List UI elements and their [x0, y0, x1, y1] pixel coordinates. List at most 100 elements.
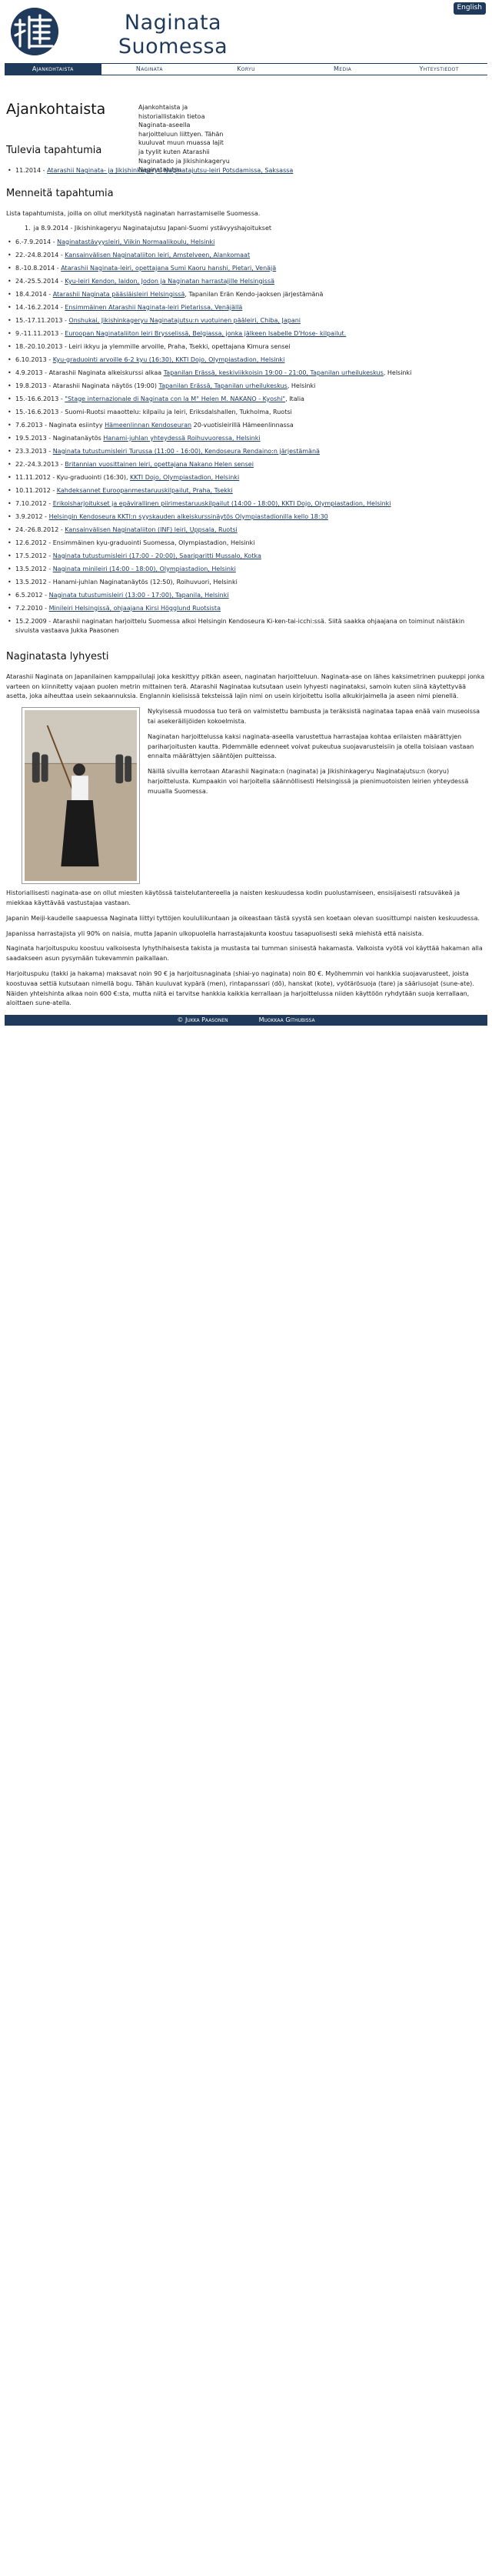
event-date: 15.-17.11.2013 - [15, 316, 69, 324]
event-date: 9.-11.11.2013 - [15, 329, 65, 337]
list-item: 11.11.2012 - Kyu-graduointi (16:30), KKT… [6, 473, 486, 482]
event-link[interactable]: Naginata tutustumisleiri (13:00 - 17:00)… [49, 592, 229, 599]
language-english-button[interactable]: English [453, 2, 486, 15]
about-section: Naginatasta lyhyesti Atarashii Naginata … [6, 649, 486, 1009]
footer-copyright: © Jukka Paasonen [177, 1016, 228, 1024]
nav-item-media[interactable]: Media [294, 64, 391, 75]
list-item: 17.5.2012 - Naginata tutustumisleiri (17… [6, 552, 486, 561]
event-link[interactable]: Atarashii Naginata pääsiäisleiri Helsing… [53, 291, 185, 298]
list-item: 12.6.2012 - Ensimmäinen kyu-graduointi S… [6, 539, 486, 548]
event-link[interactable]: KKTI Dojo, Olympiastadion, Helsinki [130, 474, 239, 481]
list-item: 9.-11.11.2013 - Euroopan Naginataliiton … [6, 329, 486, 339]
event-date: 7.2.2010 - [15, 604, 49, 612]
list-item: 15.-16.6.2013 - Suomi-Ruotsi maaottelu: … [6, 408, 486, 417]
page-title: Ajankohtaista [6, 101, 106, 118]
intro-description: Ajankohtaista ja historiallistakin tieto… [138, 104, 230, 174]
nav-item-koryu[interactable]: Koryu [198, 64, 294, 75]
event-date: 6.5.2012 - [15, 591, 49, 599]
event-link[interactable]: "Stage internazionale di Naginata con la… [65, 395, 285, 402]
event-date: 24.-26.8.2012 - [15, 526, 65, 533]
event-date: 4.9.2013 - Atarashii Naginata alkeiskurs… [15, 369, 164, 376]
naginata-practice-photo [22, 707, 140, 885]
about-paragraph: Naginata harjoituspuku koostuu valkoises… [6, 945, 483, 963]
site-header: Naginata Suomessa English [0, 0, 492, 63]
event-text: , Helsinki [287, 382, 316, 389]
event-link[interactable]: Naginatastävyysleiri, Viikin Normaalikou… [57, 239, 214, 245]
event-date: 6.-7.9.2014 - [15, 238, 58, 245]
event-date: 8.-10.8.2014 - [15, 264, 62, 272]
naginata-kanji-logo-icon[interactable] [11, 8, 58, 55]
list-item: 7.6.2013 - Naginata esiintyy Hämeenlinna… [6, 421, 486, 430]
list-item: 11.2014 - Atarashii Naginata- ja Jikishi… [6, 166, 486, 175]
event-link[interactable]: Euroopan Naginataliiton leiri Brysseliss… [65, 330, 346, 337]
site-title-line-1: Naginata [124, 11, 222, 35]
event-date: 13.5.2012 - [15, 565, 53, 572]
event-date: 3.9.2012 - [15, 512, 49, 520]
list-item: 13.5.2012 - Naginata minileiri (14:00 - … [6, 565, 486, 574]
event-date: 15.-16.6.2013 - [15, 408, 65, 415]
nav-item-ajankohtaista[interactable]: Ajankohtaista [5, 64, 101, 75]
event-date: 7.6.2013 - Naginata esiintyy [15, 421, 105, 429]
site-footer: © Jukka Paasonen Muokkaa Githubissa [5, 1015, 487, 1026]
past-events-first-list: 1. ja 8.9.2014 - Jikishinkageryu Naginata… [6, 224, 486, 233]
about-heading: Naginatasta lyhyesti [6, 650, 109, 662]
site-title-line-2: Suomessa [118, 35, 228, 59]
list-item: 3.9.2012 - Helsingin Kendoseura KKTI:n s… [6, 512, 486, 522]
event-link[interactable]: Atarashii Naginata-leiri, opettajana Sum… [61, 265, 276, 272]
event-link[interactable]: Kahdeksannet Euroopanmestaruuskilpailut,… [57, 487, 233, 494]
event-text: Hanami-juhlan Naginatanäytös (12:50), Ro… [52, 578, 238, 586]
site-title[interactable]: Naginata Suomessa [92, 11, 254, 58]
list-item: 18.4.2014 - Atarashii Naginata pääsiäisl… [6, 290, 486, 299]
event-date: 15.-16.6.2013 - [15, 395, 65, 402]
event-date: 18.4.2014 - [15, 290, 53, 298]
footer-edit-on-github-link[interactable]: Muokkaa Githubissa [259, 1015, 315, 1026]
event-date: 18.-20.10.2013 - [15, 342, 69, 350]
event-text: Suomi-Ruotsi maaottelu: kilpailu ja leir… [65, 408, 292, 415]
event-link[interactable]: Naginata minileiri (14:00 - 18:00), Olym… [53, 566, 236, 572]
event-link[interactable]: Atarashii Naginata- ja Jikishinkageryu N… [47, 167, 293, 174]
list-item: 18.-20.10.2013 - Leiri ikkyu ja ylemmill… [6, 342, 486, 352]
nav-item-yhteystiedot[interactable]: Yhteystiedot [391, 64, 487, 75]
list-item: 19.8.2013 - Atarashii Naginata näytös (1… [6, 382, 486, 391]
event-text: Leiri ikkyu ja ylemmille arvoille, Praha… [68, 342, 291, 350]
past-events-list: 6.-7.9.2014 - Naginatastävyysleiri, Viik… [6, 238, 486, 636]
list-item: 15.-16.6.2013 - "Stage internazionale di… [6, 395, 486, 404]
list-item: 22.-24.3.2013 - Britannian vuosittainen … [6, 460, 486, 469]
event-link[interactable]: Hämeenlinnan Kendoseuran [105, 422, 191, 429]
event-text: 20-vuotisleirillä Hämeenlinnassa [191, 421, 294, 429]
event-date: 6.10.2013 - [15, 355, 53, 363]
event-link[interactable]: Naginata tutustumisleiri Turussa (11:00 … [53, 448, 320, 455]
event-link[interactable]: Onshukai, Jikishinkageryu Naginatajutsu:… [68, 317, 301, 324]
list-item: 14.-16.2.2014 - Ensimmäinen Atarashii Na… [6, 303, 486, 312]
event-date: 7.10.2012 - [15, 499, 53, 507]
event-date: 13.5.2012 - [15, 578, 53, 586]
event-link[interactable]: Tapanilan Erässä, Tapanilan urheilukesku… [159, 382, 288, 389]
list-item: 24.-26.8.2012 - Kansainvälisen Naginatal… [6, 526, 486, 535]
event-text: , Helsinki [383, 369, 412, 376]
event-link[interactable]: Kansainvälisen Naginataliiton leiri, Ams… [65, 252, 250, 259]
event-date: 24.-25.5.2014 - [15, 277, 65, 285]
event-link[interactable]: Naginata tutustumisleiri (17:00 - 20:00)… [53, 552, 261, 559]
event-link[interactable]: Kyu-graduointi arvoille 6-2 kyu (16:30),… [53, 356, 285, 363]
event-date: 12.6.2012 - [15, 539, 53, 546]
event-text: ja 8.9.2014 - Jikishinkageryu Naginataju… [33, 224, 272, 232]
nav-item-naginata[interactable]: Naginata [101, 64, 198, 75]
event-link[interactable]: Kyu-leiri Kendon, Iaidon, Jodon ja Nagin… [65, 278, 274, 285]
event-date: 14.-16.2.2014 - [15, 303, 65, 311]
event-link[interactable]: Helsingin Kendoseura KKTI:n syyskauden a… [49, 513, 328, 520]
event-link[interactable]: Kansainvälisen Naginataliiton (INF) leir… [65, 526, 237, 533]
event-date: 10.11.2012 - [15, 486, 57, 494]
event-link[interactable]: Ensimmäinen Atarashii Naginata-leiri Pie… [65, 304, 242, 311]
about-paragraph: Japanissa harrastajista yli 90% on naisi… [6, 929, 424, 937]
event-link[interactable]: Hanami-juhlan yhteydessä Roihuvuoressa, … [103, 435, 260, 442]
event-date: 11.11.2012 - Kyu-graduointi (16:30), [15, 473, 131, 481]
event-text: Ensimmäinen kyu-graduointi Suomessa, Oly… [52, 539, 255, 546]
about-paragraph: Japanin Meiji-kaudelle saapuessa Naginat… [6, 914, 480, 922]
event-link[interactable]: Erikoisharjoitukset ja epävirallinen pii… [53, 500, 391, 507]
event-link[interactable]: Britannian vuosittainen leiri, opettajan… [65, 461, 254, 468]
event-link[interactable]: Tapanilan Erässä, keskiviikkoisin 19:00 … [164, 369, 384, 376]
list-item: 24.-25.5.2014 - Kyu-leiri Kendon, Iaidon… [6, 277, 486, 286]
event-text: , Italia [285, 395, 304, 402]
list-item: 10.11.2012 - Kahdeksannet Euroopanmestar… [6, 486, 486, 496]
event-link[interactable]: Minileiri Helsingissä, ohjaajana Kirsi H… [49, 605, 221, 612]
